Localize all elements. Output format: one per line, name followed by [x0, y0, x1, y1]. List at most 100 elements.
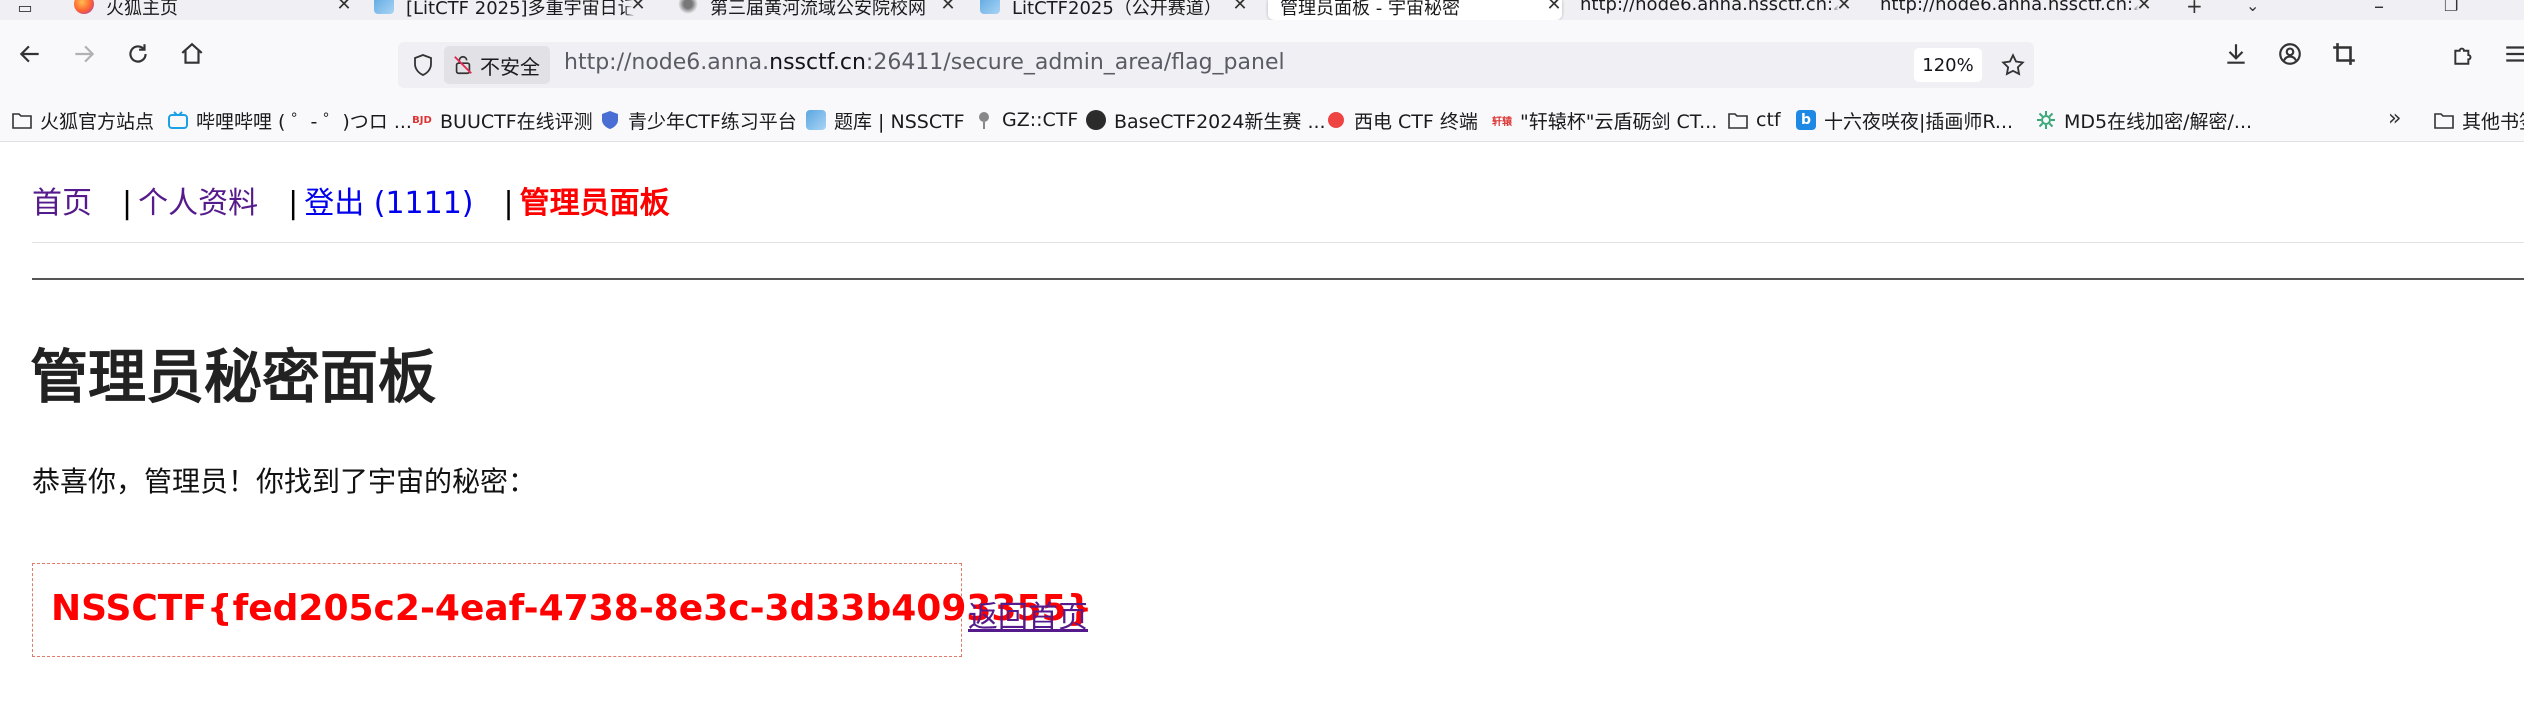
tab-firefox-home[interactable]: 火狐主页 ✕	[74, 0, 352, 20]
url-text[interactable]: http://node6.anna.nssctf.cn:26411/secure…	[564, 50, 1285, 75]
bookmark-firefox-official[interactable]: 火狐官方站点	[12, 106, 154, 134]
folder-icon	[2434, 110, 2454, 130]
close-tab-icon[interactable]: ✕	[934, 0, 956, 15]
firefox-icon	[74, 0, 94, 14]
bookmark-xidian[interactable]: 西电 CTF 终端	[1326, 106, 1478, 134]
tab-litctf-public[interactable]: LitCTF2025（公开赛道） ✕	[980, 0, 1248, 20]
bookmark-other[interactable]: 其他书签	[2434, 106, 2524, 134]
tab-list-icon[interactable]: ▭	[14, 0, 36, 18]
bookmark-xuanyuan[interactable]: 轩辕 "轩辕杯"云盾砺剑 CT...	[1492, 106, 1717, 134]
bookmark-star-icon[interactable]	[1994, 46, 2032, 84]
bookmark-buuctf[interactable]: BJD BUUCTF在线评测	[412, 106, 593, 134]
bookmark-label: BUUCTF在线评测	[440, 110, 593, 133]
tab-title: http://node6.anna.nssctf.cn:2	[1880, 0, 2145, 15]
bookmark-label: MD5在线加密/解密/...	[2064, 110, 2253, 133]
back-home-link[interactable]: 返回首页	[968, 592, 1088, 636]
account-icon[interactable]	[2270, 34, 2310, 74]
url-bar[interactable]: 不安全 http://node6.anna.nssctf.cn:26411/se…	[398, 42, 2034, 88]
close-tab-icon[interactable]: ✕	[2130, 0, 2152, 15]
gzctf-icon	[678, 0, 698, 14]
nav-home-link[interactable]: 首页	[32, 178, 92, 222]
bookmark-gzctf[interactable]: GZ::CTF	[974, 106, 1078, 134]
tracking-shield-icon[interactable]	[404, 46, 442, 84]
url-path: :26411/secure_admin_area/flag_panel	[865, 50, 1285, 75]
nav-separator: |	[288, 186, 299, 221]
downloads-icon[interactable]	[2216, 34, 2256, 74]
nssctf-icon	[806, 110, 826, 130]
tab-title: LitCTF2025（公开赛道）	[1012, 0, 1222, 19]
md5-icon	[2036, 110, 2056, 130]
tab-litctf-diary[interactable]: [LitCTF 2025]多重宇宙日记 ✕	[374, 0, 646, 20]
divider	[32, 242, 2524, 243]
url-prefix: http://node6.anna.	[564, 50, 770, 75]
close-tab-icon[interactable]: ✕	[1540, 0, 1562, 15]
bookmark-label: 哔哩哔哩 ( ゜- ゜)つロ ...	[196, 110, 412, 133]
close-tab-icon[interactable]: ✕	[1226, 0, 1248, 15]
divider	[32, 278, 2524, 280]
bookmark-label: 青少年CTF练习平台	[628, 110, 797, 133]
bookmark-label: 题库 | NSSCTF	[834, 110, 965, 133]
xidian-icon	[1326, 110, 1346, 130]
bookmark-label: 火狐官方站点	[40, 110, 155, 133]
bookmark-nssctf[interactable]: 题库 | NSSCTF	[806, 106, 965, 134]
extensions-icon[interactable]	[2444, 34, 2484, 74]
bookmark-folder-ctf[interactable]: ctf	[1728, 106, 1781, 134]
folder-icon	[12, 110, 32, 130]
new-tab-icon[interactable]: +	[2186, 0, 2203, 18]
close-tab-icon[interactable]: ✕	[330, 0, 352, 15]
tab-admin-panel[interactable]: 管理员面板 - 宇宙秘密 ✕	[1268, 0, 1562, 20]
zoom-indicator-button[interactable]: 120%	[1914, 48, 1982, 82]
bilibili-b-icon: b	[1796, 110, 1816, 130]
nav-separator: |	[122, 186, 133, 221]
bookmark-qsnctf[interactable]: 青少年CTF练习平台	[600, 106, 797, 134]
bookmark-basectf[interactable]: BaseCTF2024新生赛 ...	[1086, 106, 1326, 134]
insecure-connection-badge[interactable]: 不安全	[444, 46, 550, 84]
menu-icon[interactable]	[2496, 34, 2524, 74]
tab-strip: ▭ 火狐主页 ✕ [LitCTF 2025]多重宇宙日记 ✕ 第三届黄河流域公安…	[0, 0, 2524, 20]
nav-logout-link[interactable]: 登出 (1111)	[304, 178, 473, 222]
bookmark-label: BaseCTF2024新生赛 ...	[1114, 110, 1326, 133]
reload-icon[interactable]	[118, 34, 158, 74]
chevron-down-icon[interactable]: ⌄	[2246, 0, 2259, 15]
flag-box: NSSCTF{fed205c2-4eaf-4738-8e3c-3d33b4093…	[32, 563, 1092, 657]
flag-text: NSSCTF{fed205c2-4eaf-4738-8e3c-3d33b4093…	[51, 588, 1093, 629]
bilibili-icon	[168, 110, 188, 130]
qsnctf-icon	[600, 110, 620, 130]
bookmark-label: 十六夜咲夜|插画师R...	[1824, 110, 2014, 133]
tab-title: [LitCTF 2025]多重宇宙日记	[406, 0, 636, 19]
bookmark-label: 西电 CTF 终端	[1354, 110, 1478, 133]
bookmark-bilibili[interactable]: 哔哩哔哩 ( ゜- ゜)つロ ...	[168, 106, 412, 134]
bookmark-label: "轩辕杯"云盾砺剑 CT...	[1520, 110, 1718, 133]
page-content: 首页 | 个人资料 | 登出 (1111) | 管理员面板 管理员秘密面板 恭喜…	[0, 142, 2524, 704]
tab-node6-1[interactable]: http://node6.anna.nssctf.cn:2 ✕	[1580, 0, 1852, 20]
insecure-label: 不安全	[480, 54, 540, 79]
nav-admin-link[interactable]: 管理员面板	[520, 178, 670, 222]
bookmark-label: GZ::CTF	[1002, 109, 1079, 131]
tab-title: http://node6.anna.nssctf.cn:2	[1580, 0, 1845, 15]
forward-icon[interactable]	[64, 34, 104, 74]
url-host: nssctf.cn	[769, 50, 866, 75]
tab-title: 管理员面板 - 宇宙秘密	[1280, 0, 1460, 19]
tab-title: 第三届黄河流域公安院校网	[710, 0, 926, 19]
xuanyuan-icon: 轩辕	[1492, 116, 1512, 128]
bookmark-sakuya[interactable]: b 十六夜咲夜|插画师R...	[1796, 106, 2013, 134]
screenshot-crop-icon[interactable]	[2324, 34, 2364, 74]
home-icon[interactable]	[172, 34, 212, 74]
restore-icon[interactable]: ❐	[2444, 0, 2458, 15]
close-tab-icon[interactable]: ✕	[624, 0, 646, 15]
back-icon[interactable]	[10, 34, 50, 74]
nssctf-icon	[374, 0, 394, 14]
tab-node6-2[interactable]: http://node6.anna.nssctf.cn:2 ✕	[1880, 0, 2152, 20]
basectf-icon	[1086, 110, 1106, 130]
minimize-icon[interactable]: –	[2374, 0, 2384, 18]
nav-separator: |	[503, 186, 514, 221]
chevron-double-right-icon[interactable]: »	[2388, 106, 2401, 131]
nav-profile-link[interactable]: 个人资料	[138, 178, 258, 222]
bookmark-md5[interactable]: MD5在线加密/解密/...	[2036, 106, 2252, 134]
nssctf-icon	[980, 0, 1000, 14]
bookmark-label: ctf	[1756, 109, 1781, 131]
tab-huanghe-ctf[interactable]: 第三届黄河流域公安院校网 ✕	[678, 0, 956, 20]
bookmark-label: 其他书签	[2462, 110, 2524, 133]
close-tab-icon[interactable]: ✕	[1830, 0, 1852, 15]
insecure-lock-icon	[454, 55, 472, 75]
